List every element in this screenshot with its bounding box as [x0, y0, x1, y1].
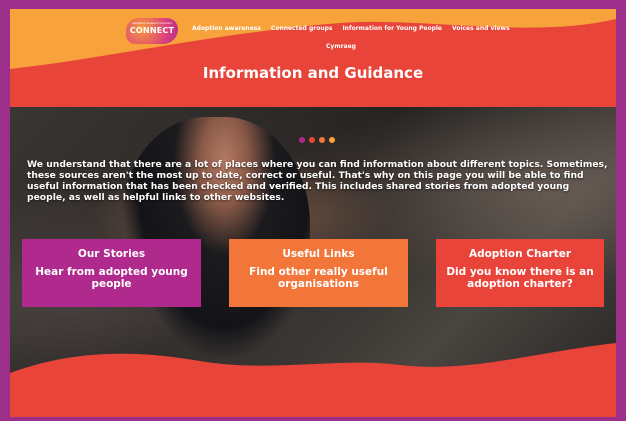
card-adoption-charter[interactable]: Adoption Charter Did you know there is a…	[436, 239, 604, 307]
card-text: Did you know there is an adoption charte…	[446, 266, 594, 290]
nav-item-information-for-young-people[interactable]: Information for Young People	[342, 25, 442, 32]
nav-item-adoption-awareness[interactable]: Adoption awareness	[192, 25, 261, 32]
connect-logo[interactable]: Adoption Support Connect CONNECT	[126, 18, 178, 44]
slider-dots	[299, 137, 335, 143]
slider-dot-2[interactable]	[309, 137, 315, 143]
card-our-stories[interactable]: Our Stories Hear from adopted young peop…	[22, 239, 201, 307]
card-title: Useful Links	[282, 248, 355, 260]
hero-photo-person	[120, 117, 310, 357]
logo-tagline: Adoption Support Connect	[132, 21, 172, 25]
slider-dot-4[interactable]	[329, 137, 335, 143]
nav-item-connected-groups[interactable]: Connected groups	[271, 25, 333, 32]
card-text: Find other really useful organisations	[249, 266, 388, 290]
footer-wave	[10, 343, 616, 417]
slider-dot-1[interactable]	[299, 137, 305, 143]
nav-item-cymraeg[interactable]: Cymraeg	[326, 43, 356, 50]
hero-image-section: We understand that there are a lot of pl…	[10, 107, 616, 383]
page-title: Information and Guidance	[202, 64, 424, 82]
card-title: Our Stories	[77, 248, 146, 260]
card-useful-links[interactable]: Useful Links Find other really useful or…	[229, 239, 408, 307]
logo-text: CONNECT	[129, 26, 175, 35]
nav-item-voices-and-views[interactable]: Voices and views	[452, 25, 510, 32]
card-title: Adoption Charter	[468, 248, 572, 260]
intro-text: We understand that there are a lot of pl…	[27, 159, 608, 203]
card-text: Hear from adopted young people	[35, 266, 188, 290]
page-frame: Adoption Support Connect CONNECT Adoptio…	[10, 9, 616, 417]
slider-dot-3[interactable]	[319, 137, 325, 143]
nav-links: Adoption awareness Connected groups Info…	[192, 25, 520, 32]
top-navigation: Adoption Support Connect CONNECT Adoptio…	[10, 15, 616, 63]
